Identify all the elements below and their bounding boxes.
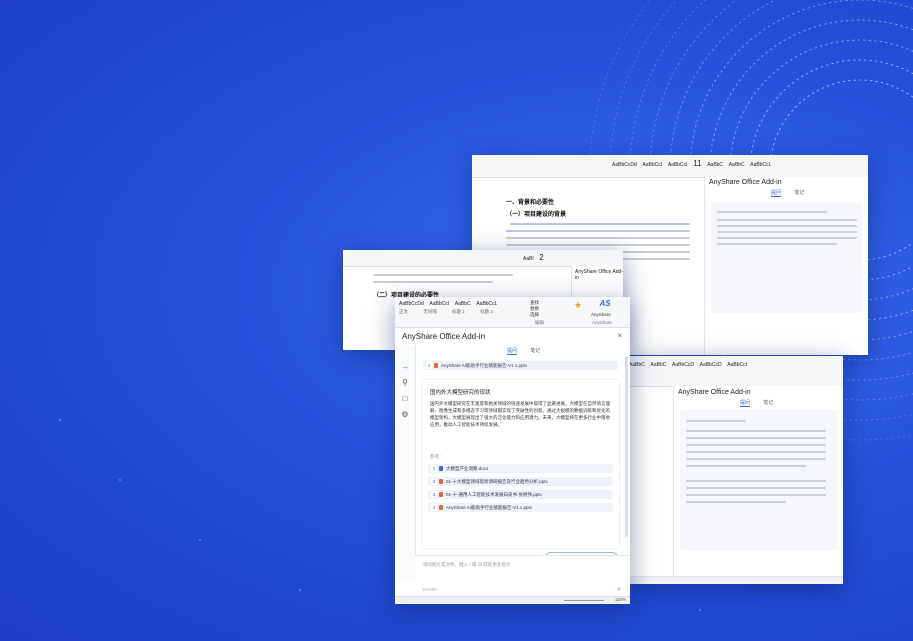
star-icon[interactable]: ★	[570, 300, 586, 312]
tab-notes[interactable]: 笔记	[763, 400, 773, 406]
pptx-file-icon	[439, 505, 443, 510]
style-chip[interactable]: AaBbC	[729, 162, 745, 168]
style-no-spacing[interactable]: AaBbCcI	[429, 301, 449, 307]
chat-input-area: 询问图片或文件，键入 / 或 @ 获取更多指令 0/1000 ➤	[415, 555, 630, 596]
reference-name: AnyShare AI能助手行业赋能报告-V1.1.pptx	[446, 505, 533, 510]
ribbon: AaBbCcDd AaBbCcI AaBbC AaBbCcL 正文 无间隔 标题…	[395, 297, 630, 328]
reference-name: 大模型产业洞察.docx	[446, 466, 489, 471]
pptx-file-icon	[439, 492, 443, 497]
style-chip[interactable]: AaBbC	[651, 362, 667, 368]
tab-ask[interactable]: 提问	[740, 400, 751, 407]
reference-name: 01-十-通用人工智能技术发展白皮书-张继伟.pptx	[446, 492, 542, 497]
style-chip[interactable]: AaBbCcDd	[612, 162, 637, 168]
style-name: 无间隔	[423, 309, 437, 314]
style-name: 标题 2	[480, 309, 493, 314]
style-chip[interactable]: AaBbCcD	[672, 362, 694, 368]
reference-item[interactable]: 4 AnyShare AI能助手行业赋能报告-V1.1.pptx	[423, 361, 618, 370]
style-chip[interactable]: AaBbCcL	[750, 162, 771, 168]
group-label-editing: 编辑	[535, 320, 544, 325]
style-name: 标题 1	[452, 309, 465, 314]
char-counter: 0/1000	[423, 587, 437, 592]
reference-name: AnyShare AI能助手行业赋能报告-V1.1.pptx	[441, 363, 528, 368]
style-normal[interactable]: AaBbCcDd	[399, 301, 424, 307]
style-chip[interactable]: AaBl	[523, 256, 534, 262]
style-heading-2[interactable]: AaBbCcL	[476, 301, 497, 307]
search-icon[interactable]: ⚲	[401, 379, 409, 387]
pptx-file-icon	[439, 479, 443, 484]
reference-item[interactable]: 4 AnyShare AI能助手行业赋能报告-V1.1.pptx	[428, 503, 613, 512]
docx-file-icon	[439, 466, 443, 471]
reference-item[interactable]: 2 01-十大模型领域现状调研报告及行业趋势分析.pptx	[428, 477, 613, 486]
addin-title: AnyShare Office Add-in	[709, 179, 782, 186]
reference-item[interactable]: 3 01-十-通用人工智能技术发展白皮书-张继伟.pptx	[428, 490, 613, 499]
style-chip[interactable]: 2	[539, 253, 543, 262]
anyshare-ribbon-label[interactable]: AnyShare	[591, 312, 611, 317]
word-window-right: AaBbC AaBbC AaBbCcD AaBbCcD AaBbCcI AnyS…	[625, 356, 843, 584]
addin-panel: AnyShare Office Add-in 提问 笔记	[704, 177, 868, 355]
addin-title: AnyShare Office Add-in	[402, 332, 486, 341]
style-heading-1[interactable]: AaBbC	[455, 301, 471, 307]
reference-name: 01-十大模型领域现状调研报告及行业趋势分析.pptx	[446, 479, 548, 484]
side-rail: → ⚲ □ ⚙	[395, 345, 416, 582]
chat-area: 提问 笔记 4 AnyShare AI能助手行业赋能报告-V1.1.pptx 国…	[417, 345, 624, 582]
style-name: 正文	[399, 309, 408, 314]
style-chip[interactable]: AaBbC	[707, 162, 723, 168]
tab-notes[interactable]: 笔记	[530, 348, 540, 354]
answer-card	[680, 410, 837, 550]
answer-card: 国内外大模型研究的现状 国内外大模型研究在丰富度和相关领域的快速发展中取得了显著…	[421, 379, 620, 549]
refs-label: 参考：	[430, 454, 444, 459]
select-button[interactable]: 选择	[530, 312, 539, 318]
pptx-file-icon	[434, 363, 438, 368]
ribbon: AaBbCcDd AaBbCcI AaBbCcI 11 AaBbC AaBbC …	[472, 155, 868, 178]
status-bar	[625, 576, 843, 584]
ribbon: AaBbC AaBbC AaBbCcD AaBbCcD AaBbCcI	[625, 356, 843, 387]
style-chip[interactable]: AaBbCcD	[700, 362, 722, 368]
anyshare-logo-icon[interactable]: AS	[595, 299, 615, 311]
send-icon[interactable]: ➤	[616, 585, 622, 593]
folder-icon[interactable]: □	[401, 395, 409, 403]
close-icon[interactable]: ×	[617, 331, 622, 340]
answer-title: 国内外大模型研究的现状	[430, 390, 491, 396]
zoom-slider[interactable]	[564, 600, 604, 601]
style-chip[interactable]: AaBbC	[629, 362, 645, 368]
style-chip[interactable]: AaBbCcI	[642, 162, 662, 168]
status-bar: 110%	[395, 596, 630, 604]
doc-heading: 一、背景和必要性	[506, 200, 555, 206]
ribbon: AaBl 2	[343, 250, 623, 267]
style-chip[interactable]: 11	[693, 159, 701, 168]
tab-ask[interactable]: 提问	[507, 348, 518, 355]
chat-input[interactable]: 询问图片或文件，键入 / 或 @ 获取更多指令	[423, 562, 510, 568]
doc-heading: （一）项目建设的背景	[506, 212, 567, 218]
style-chip[interactable]: AaBbCcI	[668, 162, 688, 168]
answer-paragraph: 国内外大模型研究在丰富度和相关领域的快速发展中取得了显著进展，大模型在自然语言理…	[430, 401, 610, 427]
addin-title: AnyShare Office Add-in	[575, 269, 623, 281]
reference-item[interactable]: 1 大模型产业洞察.docx	[428, 464, 613, 473]
addin-panel: AnyShare Office Add-in 提问 笔记	[673, 386, 843, 577]
tab-notes[interactable]: 笔记	[794, 190, 804, 196]
style-chip[interactable]: AaBbCcI	[727, 362, 747, 368]
word-window-front: AaBbCcDd AaBbCcI AaBbC AaBbCcL 正文 无间隔 标题…	[395, 297, 630, 604]
group-label-anyshare: AnyShare	[592, 320, 612, 325]
scrollbar[interactable]	[625, 357, 628, 537]
addin-title: AnyShare Office Add-in	[678, 389, 751, 396]
chat-icon[interactable]: →	[401, 363, 409, 371]
answer-card	[711, 203, 862, 313]
zoom-level: 110%	[614, 597, 626, 602]
settings-icon[interactable]: ⚙	[401, 411, 409, 419]
tab-ask[interactable]: 提问	[771, 190, 782, 197]
